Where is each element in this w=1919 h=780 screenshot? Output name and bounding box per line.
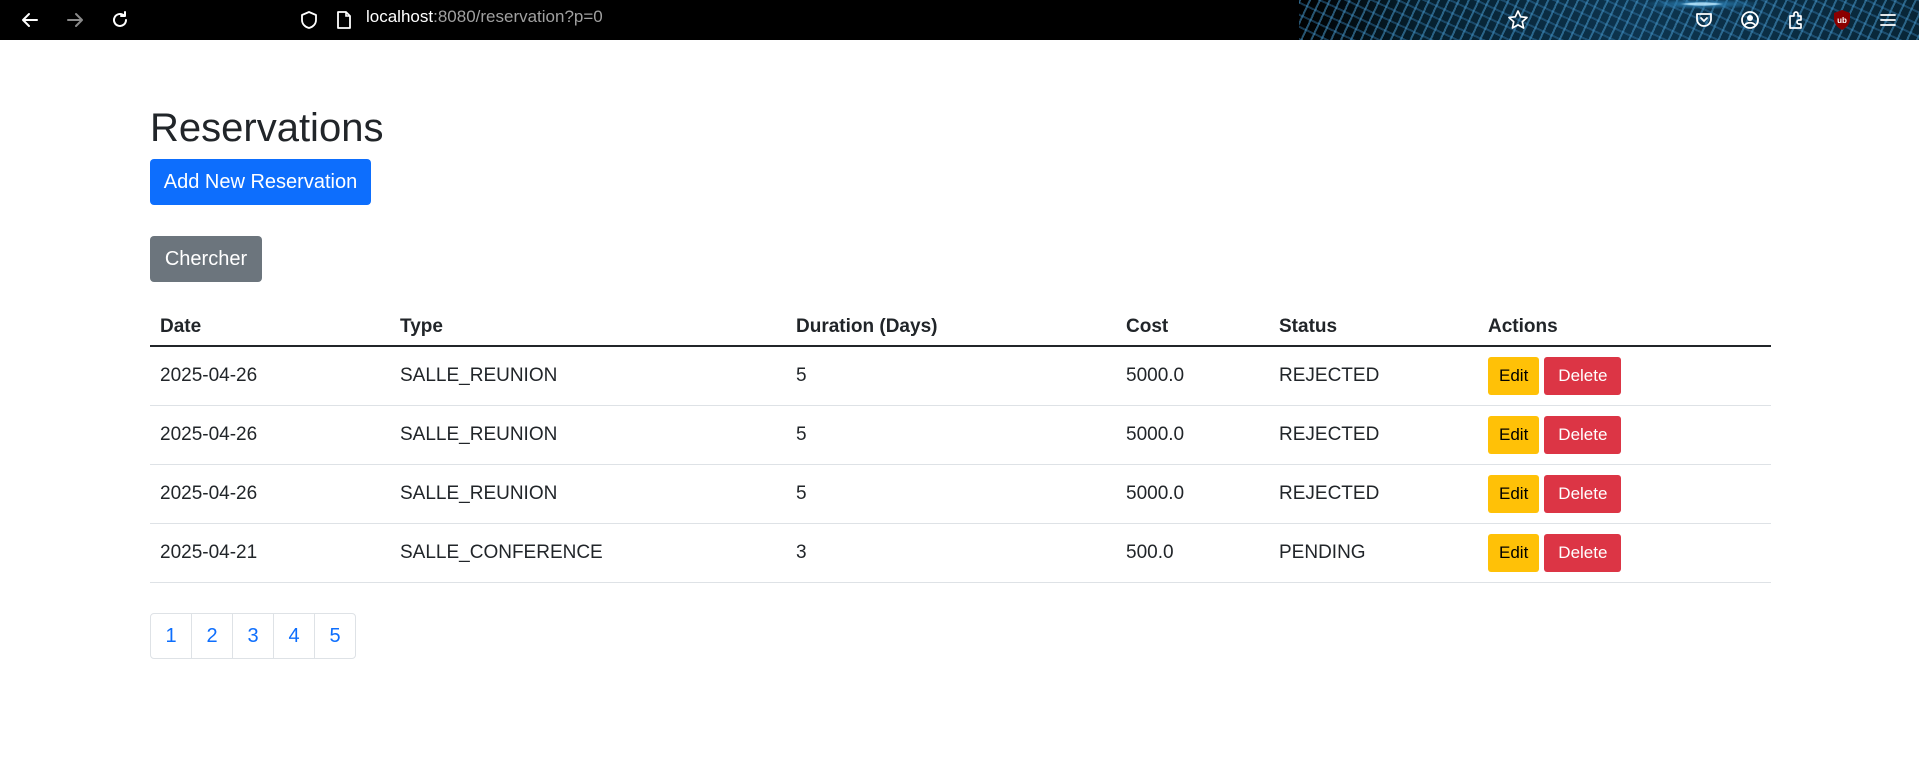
forward-arrow-icon[interactable] xyxy=(63,0,87,40)
svg-text:ub: ub xyxy=(1837,16,1847,25)
table-row: 2025-04-26 SALLE_REUNION 5 5000.0 REJECT… xyxy=(150,405,1771,465)
cell-duration: 5 xyxy=(786,346,1116,406)
edit-button[interactable]: Edit xyxy=(1488,533,1540,572)
cell-type: SALLE_REUNION xyxy=(390,464,786,524)
page-link-5[interactable]: 5 xyxy=(314,613,356,659)
cell-status: PENDING xyxy=(1269,523,1478,583)
cell-duration: 5 xyxy=(786,405,1116,465)
cell-cost: 5000.0 xyxy=(1116,405,1269,465)
browser-toolbar: localhost:8080/reservation?p=0 ub xyxy=(0,0,1919,40)
column-header-actions: Actions xyxy=(1478,308,1771,347)
cell-date: 2025-04-26 xyxy=(150,346,390,406)
page-link-2[interactable]: 2 xyxy=(191,613,233,659)
column-header-type: Type xyxy=(390,308,786,347)
cell-cost: 500.0 xyxy=(1116,523,1269,583)
table-row: 2025-04-26 SALLE_REUNION 5 5000.0 REJECT… xyxy=(150,346,1771,406)
page-link-1[interactable]: 1 xyxy=(150,613,192,659)
url-host: localhost xyxy=(366,7,434,26)
edit-button[interactable]: Edit xyxy=(1488,356,1540,395)
cell-duration: 5 xyxy=(786,464,1116,524)
edit-button[interactable]: Edit xyxy=(1488,474,1540,513)
extensions-icon[interactable] xyxy=(1784,0,1808,40)
cell-type: SALLE_REUNION xyxy=(390,346,786,406)
table-header-row: Date Type Duration (Days) Cost Status Ac… xyxy=(150,308,1771,347)
pocket-icon[interactable] xyxy=(1692,0,1716,40)
url-bar[interactable]: localhost:8080/reservation?p=0 xyxy=(366,0,603,34)
pagination: 1 2 3 4 5 xyxy=(150,613,356,659)
delete-button[interactable]: Delete xyxy=(1544,415,1622,454)
column-header-date: Date xyxy=(150,308,390,347)
column-header-cost: Cost xyxy=(1116,308,1269,347)
cell-date: 2025-04-21 xyxy=(150,523,390,583)
cell-actions: Edit Delete xyxy=(1478,405,1771,465)
cell-date: 2025-04-26 xyxy=(150,464,390,524)
table-row: 2025-04-26 SALLE_REUNION 5 5000.0 REJECT… xyxy=(150,464,1771,524)
url-path: :8080/reservation?p=0 xyxy=(433,7,603,26)
column-header-status: Status xyxy=(1269,308,1478,347)
add-reservation-button[interactable]: Add New Reservation xyxy=(150,159,371,205)
delete-button[interactable]: Delete xyxy=(1544,356,1622,395)
delete-button[interactable]: Delete xyxy=(1544,474,1622,513)
cell-actions: Edit Delete xyxy=(1478,464,1771,524)
reload-icon[interactable] xyxy=(108,0,132,40)
ublock-icon[interactable]: ub xyxy=(1830,0,1854,40)
column-header-duration: Duration (Days) xyxy=(786,308,1116,347)
menu-icon[interactable] xyxy=(1876,0,1900,40)
search-button[interactable]: Chercher xyxy=(150,236,262,282)
cell-cost: 5000.0 xyxy=(1116,464,1269,524)
cell-type: SALLE_REUNION xyxy=(390,405,786,465)
page-link-4[interactable]: 4 xyxy=(273,613,315,659)
account-icon[interactable] xyxy=(1738,0,1762,40)
toolbar-theme-art xyxy=(1299,0,1919,40)
page-title: Reservations xyxy=(150,106,384,150)
shield-icon[interactable] xyxy=(297,0,321,40)
cell-status: REJECTED xyxy=(1269,346,1478,406)
cell-actions: Edit Delete xyxy=(1478,523,1771,583)
delete-button[interactable]: Delete xyxy=(1544,533,1622,572)
cell-status: REJECTED xyxy=(1269,405,1478,465)
reservations-table: Date Type Duration (Days) Cost Status Ac… xyxy=(150,308,1771,583)
cell-actions: Edit Delete xyxy=(1478,346,1771,406)
cell-duration: 3 xyxy=(786,523,1116,583)
back-arrow-icon[interactable] xyxy=(18,0,42,40)
cell-date: 2025-04-26 xyxy=(150,405,390,465)
page-link-3[interactable]: 3 xyxy=(232,613,274,659)
cell-type: SALLE_CONFERENCE xyxy=(390,523,786,583)
cell-status: REJECTED xyxy=(1269,464,1478,524)
page-icon[interactable] xyxy=(333,0,355,40)
cell-cost: 5000.0 xyxy=(1116,346,1269,406)
star-icon[interactable] xyxy=(1506,0,1530,40)
edit-button[interactable]: Edit xyxy=(1488,415,1540,454)
table-row: 2025-04-21 SALLE_CONFERENCE 3 500.0 PEND… xyxy=(150,523,1771,583)
